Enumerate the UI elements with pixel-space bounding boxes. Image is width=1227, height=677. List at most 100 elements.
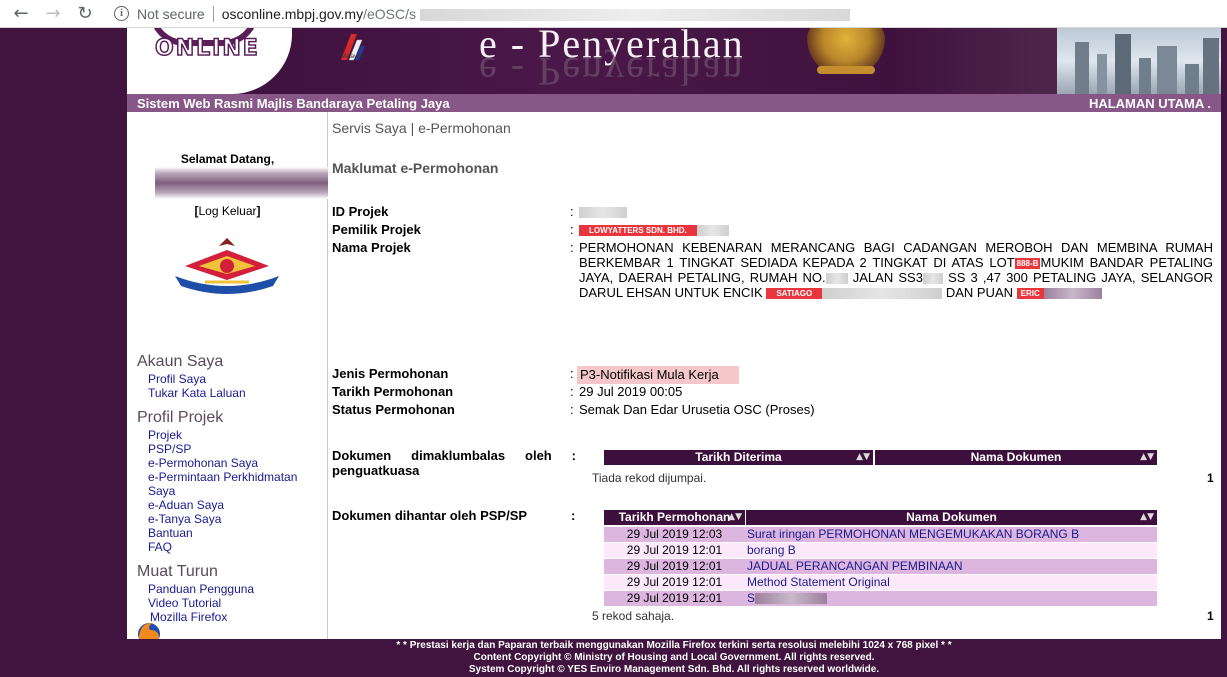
column-header-text: Nama Dokumen xyxy=(970,450,1062,464)
table-row[interactable]: 29 Jul 2019 12:01 borang B xyxy=(604,543,1157,558)
value-id-projek xyxy=(579,204,627,219)
reload-icon[interactable]: ↻ xyxy=(74,3,96,25)
sort-arrows-icon[interactable]: ▲▼ xyxy=(856,450,870,465)
label-nama-projek: Nama Projek xyxy=(332,240,411,255)
menu-item-e-permintaan-saya[interactable]: Saya xyxy=(148,484,175,498)
row-document-link[interactable]: Surat iringan PERMOHONAN MENGEMUKAKAN BO… xyxy=(745,527,1156,542)
column-header-tarikh-permohonan[interactable]: Tarikh Permohonan ▲▼ xyxy=(604,510,745,525)
value-status-permohonan: Semak Dan Edar Urusetia OSC (Proses) xyxy=(579,402,815,417)
menu-heading-muat-turun: Muat Turun xyxy=(137,563,218,580)
welcome-text: Selamat Datang, xyxy=(180,152,275,166)
page-title: Maklumat e-Permohonan xyxy=(332,160,499,176)
nama-projek-encik: SATIAGO xyxy=(766,288,823,300)
mbpj-logo-icon xyxy=(175,238,279,294)
address-bar[interactable]: osconline.mbpj.gov.my/eOSC/s xyxy=(222,6,850,22)
colon-id-projek: : xyxy=(570,204,574,219)
sort-arrows-icon[interactable]: ▲▼ xyxy=(728,510,742,525)
skyline-tower xyxy=(1115,34,1131,94)
id-projek-redaction xyxy=(579,207,627,219)
colon-tarikh-permohonan: : xyxy=(570,384,574,399)
label-pemilik-projek: Pemilik Projek xyxy=(332,222,421,237)
menu-item-e-aduan-saya[interactable]: e-Aduan Saya xyxy=(148,498,224,512)
nama-projek-lot: 888-B xyxy=(1014,258,1041,270)
city-skyline-image xyxy=(1057,28,1221,94)
breadcrumb: Servis Saya | e-Permohonan xyxy=(332,120,511,136)
colon-pemilik-projek: : xyxy=(570,222,574,237)
row-date: 29 Jul 2019 12:01 xyxy=(626,559,723,573)
table2-page-number[interactable]: 1 xyxy=(1207,609,1214,623)
menu-item-panduan-pengguna[interactable]: Panduan Pengguna xyxy=(148,582,254,596)
footer-system-copyright: System Copyright © YES Enviro Management… xyxy=(468,664,880,675)
empty-table-message: Tiada rekod dijumpai. xyxy=(592,471,707,485)
column-header-text: Tarikh Permohonan xyxy=(618,510,731,524)
right-background-rail xyxy=(1221,28,1227,677)
menu-item-profil-saya[interactable]: Profil Saya xyxy=(148,372,206,386)
sort-arrows-icon[interactable]: ▲▼ xyxy=(1140,510,1154,525)
nama-projek-puan: ERIC xyxy=(1016,288,1044,300)
pemilik-projek-value: LOWYATTERS SDN. BHD. xyxy=(579,225,697,237)
column-header-nama-dokumen[interactable]: Nama Dokumen ▲▼ xyxy=(875,450,1157,465)
colon-nama-projek: : xyxy=(570,240,574,255)
malaysia-logo-text: Malaysia xyxy=(341,54,365,60)
column-header-tarikh-diterima[interactable]: Tarikh Diterima ▲▼ xyxy=(604,450,873,465)
value-tarikh-permohonan: 29 Jul 2019 00:05 xyxy=(579,384,683,399)
label-dokumen-dihantar: Dokumen dihantar oleh PSP/SP xyxy=(332,508,528,523)
left-background-rail xyxy=(0,28,127,677)
row-document-link[interactable]: S xyxy=(745,591,1156,606)
value-jenis-permohonan: P3-Notifikasi Mula Kerja xyxy=(577,366,739,384)
skyline-tower xyxy=(1157,46,1177,94)
crest-ribbon xyxy=(817,66,875,74)
osc-logo-text: ONLINE xyxy=(154,35,260,62)
label-jenis-permohonan: Jenis Permohonan xyxy=(332,366,449,381)
menu-item-video-tutorial[interactable]: Video Tutorial xyxy=(148,596,221,610)
firefox-link[interactable]: Mozilla Firefox xyxy=(150,610,227,624)
row-document-link[interactable]: Method Statement Original xyxy=(745,575,1156,590)
logout-link[interactable]: Log Keluar xyxy=(198,204,256,218)
value-nama-projek: PERMOHONAN KEBENARAN MERANCANG BAGI CADA… xyxy=(579,240,1213,300)
row-date: 29 Jul 2019 12:01 xyxy=(626,543,723,557)
home-link[interactable]: HALAMAN UTAMA . xyxy=(1089,96,1211,111)
menu-item-faq[interactable]: FAQ xyxy=(148,540,172,554)
nama-projek-text-5: DAN PUAN xyxy=(945,285,1014,300)
url-host: osconline.mbpj.gov.my xyxy=(221,5,364,22)
label-id-projek: ID Projek xyxy=(332,204,389,219)
menu-item-tukar-kata-laluan[interactable]: Tukar Kata Laluan xyxy=(148,386,246,400)
footer-content-copyright: Content Copyright © Ministry of Housing … xyxy=(473,652,875,663)
page-footer: * * Prestasi kerja dan Paparan terbaik m… xyxy=(127,639,1221,677)
menu-item-e-permintaan-perkhidmatan[interactable]: e-Permintaan Perkhidmatan xyxy=(148,470,297,484)
table1-page-number[interactable]: 1 xyxy=(1207,471,1214,485)
forward-arrow-icon[interactable]: → xyxy=(42,3,64,25)
menu-item-bantuan[interactable]: Bantuan xyxy=(148,526,193,540)
menu-item-psp-sp[interactable]: PSP/SP xyxy=(148,442,191,456)
table-row[interactable]: 29 Jul 2019 12:01 JADUAL PERANCANGAN PEM… xyxy=(604,559,1157,574)
label-dokumen-dimaklumbalas: Dokumen dimaklumbalas oleh : xyxy=(332,448,576,463)
sort-arrows-icon[interactable]: ▲▼ xyxy=(1140,450,1154,465)
back-arrow-icon[interactable]: ← xyxy=(10,3,32,25)
logout-wrapper: [Log Keluar] xyxy=(127,204,328,218)
menu-item-e-tanya-saya[interactable]: e-Tanya Saya xyxy=(148,512,221,526)
url-redaction xyxy=(419,8,850,21)
row-date: 29 Jul 2019 12:01 xyxy=(626,591,723,605)
table-row[interactable]: 29 Jul 2019 12:03 Surat iringan PERMOHON… xyxy=(604,527,1157,542)
row-document-link[interactable]: JADUAL PERANCANGAN PEMBINAAN xyxy=(745,559,1156,574)
row-date: 29 Jul 2019 12:01 xyxy=(626,575,723,589)
url-separator xyxy=(212,5,214,22)
site-subheader: Sistem Web Rasmi Majlis Bandaraya Petali… xyxy=(127,94,1221,112)
label-penguatkuasa: penguatkuasa xyxy=(332,463,420,478)
record-count-text: 5 rekod sahaja. xyxy=(592,609,675,623)
label-status-permohonan: Status Permohonan xyxy=(332,402,455,417)
main-content: Servis Saya | e-Permohonan Maklumat e-Pe… xyxy=(331,112,1217,639)
column-header-nama-dokumen-2[interactable]: Nama Dokumen ▲▼ xyxy=(746,510,1157,525)
colon-jenis-permohonan: : xyxy=(570,366,574,381)
row-document-text: S xyxy=(747,591,756,605)
table-row[interactable]: 29 Jul 2019 12:01 S xyxy=(604,591,1157,606)
osc-online-logo[interactable]: ONLINE xyxy=(127,28,292,94)
sidebar: Selamat Datang, [Log Keluar] Akaun Saya … xyxy=(127,112,328,647)
row-document-link[interactable]: borang B xyxy=(745,543,1156,558)
security-label[interactable]: Not secure xyxy=(137,6,205,22)
info-icon[interactable]: i xyxy=(114,6,129,21)
table-row[interactable]: 29 Jul 2019 12:01 Method Statement Origi… xyxy=(604,575,1157,590)
page-frame: ONLINE Malaysia e - Penyerahan e - Penye… xyxy=(127,28,1221,677)
menu-item-projek[interactable]: Projek xyxy=(148,428,182,442)
menu-item-e-permohonan-saya[interactable]: e-Permohonan Saya xyxy=(148,456,258,470)
